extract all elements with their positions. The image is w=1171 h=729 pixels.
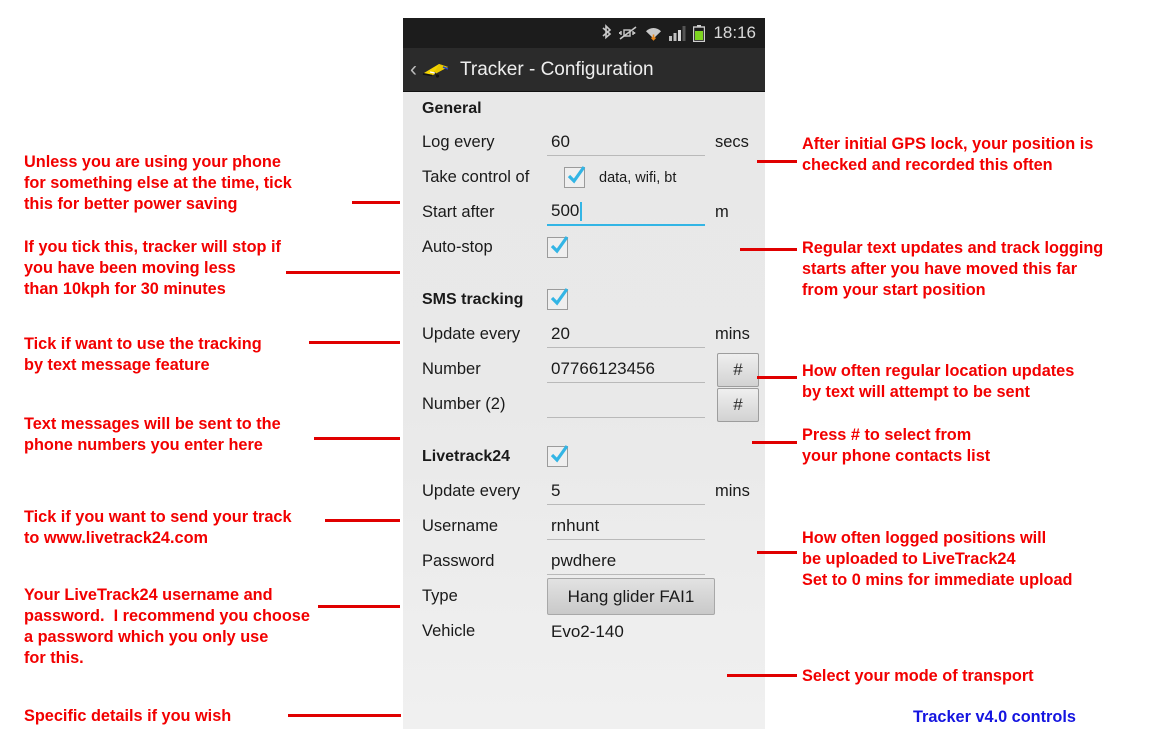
signal-bars-icon — [669, 25, 686, 41]
annotation-take-control: Unless you are using your phone for some… — [24, 153, 292, 213]
page-title: Tracker - Configuration — [460, 58, 654, 80]
row-vehicle: Vehicle Evo2-140 — [403, 614, 765, 649]
row-number: Number 07766123456 # — [403, 352, 765, 387]
battery-icon — [693, 24, 706, 42]
check-icon — [550, 236, 569, 254]
section-heading-livetrack24: Livetrack24 — [403, 439, 765, 474]
vibrate-muted-icon — [619, 25, 638, 41]
input-start-after[interactable]: 500 — [547, 200, 705, 226]
leader-line — [757, 160, 797, 163]
row-start-after: Start after 500 m — [403, 195, 765, 230]
label-sms-update-every: Update every — [422, 325, 521, 343]
unit-sms-update-every: mins — [715, 325, 750, 343]
leader-line — [309, 341, 400, 344]
input-vehicle[interactable]: Evo2-140 — [547, 622, 624, 642]
back-chevron-icon[interactable]: ‹ — [410, 59, 417, 80]
text-caret — [580, 201, 583, 221]
note-take-control-of: data, wifi, bt — [599, 169, 677, 186]
check-icon — [567, 166, 586, 184]
leader-line — [752, 441, 797, 444]
label-start-after: Start after — [422, 203, 495, 221]
section-label: Livetrack24 — [422, 447, 511, 465]
leader-line — [727, 674, 797, 677]
label-number-2: Number (2) — [422, 395, 506, 413]
annotation-sms-update: How often regular location updates by te… — [802, 362, 1075, 401]
leader-line — [757, 551, 797, 554]
label-log-every: Log every — [422, 133, 495, 151]
checkbox-take-control-of[interactable] — [564, 166, 586, 188]
leader-line — [757, 376, 797, 379]
leader-line — [286, 271, 400, 274]
annotation-hash-button: Press # to select from your phone contac… — [802, 426, 991, 465]
row-take-control-of: Take control of data, wifi, bt — [403, 160, 765, 195]
status-bar: 18:16 — [403, 18, 765, 48]
leader-line — [288, 714, 401, 717]
input-lt-update-every[interactable]: 5 — [547, 479, 705, 505]
unit-start-after: m — [715, 203, 729, 221]
label-number: Number — [422, 360, 481, 378]
contacts-picker-button[interactable]: # — [717, 352, 759, 387]
row-auto-stop: Auto-stop — [403, 230, 765, 265]
leader-line — [325, 519, 400, 522]
leader-line — [352, 201, 400, 204]
label-auto-stop: Auto-stop — [422, 238, 493, 256]
input-username[interactable]: rnhunt — [547, 514, 705, 540]
row-password: Password pwdhere — [403, 544, 765, 579]
annotation-credentials: Your LiveTrack24 username and password. … — [24, 586, 310, 667]
input-number[interactable]: 07766123456 — [547, 357, 705, 383]
row-username: Username rnhunt — [403, 509, 765, 544]
section-heading-sms-tracking: SMS tracking — [403, 282, 765, 317]
input-sms-update-every[interactable]: 20 — [547, 322, 705, 348]
footer-caption: Tracker v4.0 controls — [913, 708, 1076, 726]
contacts-picker-button-2[interactable]: # — [717, 387, 759, 422]
label-type: Type — [422, 587, 458, 605]
leader-line — [314, 437, 400, 440]
unit-lt-update-every: mins — [715, 482, 750, 500]
leader-line — [318, 605, 400, 608]
leader-line — [740, 248, 797, 251]
annotation-lt-update: How often logged positions will be uploa… — [802, 529, 1073, 589]
phone-screen: 18:16 ‹ Tracker - Configuration General … — [403, 18, 765, 729]
label-take-control-of: Take control of — [422, 168, 530, 186]
label-lt-update-every: Update every — [422, 482, 521, 500]
section-label: SMS tracking — [422, 290, 524, 308]
hang-glider-icon — [421, 60, 451, 80]
checkbox-livetrack24[interactable] — [547, 445, 569, 467]
checkbox-sms-tracking[interactable] — [547, 288, 569, 310]
row-sms-update-every: Update every 20 mins — [403, 317, 765, 352]
input-password[interactable]: pwdhere — [547, 549, 705, 575]
row-lt-update-every: Update every 5 mins — [403, 474, 765, 509]
configuration-form: General Log every 60 secs Take control o… — [403, 92, 765, 649]
annotation-log-every: After initial GPS lock, your position is… — [802, 135, 1094, 174]
row-number-2: Number (2) # — [403, 387, 765, 422]
wifi-download-icon — [645, 25, 662, 42]
status-bar-clock: 18:16 — [713, 23, 756, 42]
unit-log-every: secs — [715, 133, 749, 151]
input-log-every[interactable]: 60 — [547, 130, 705, 156]
row-type: Type Hang glider FAI1 — [403, 578, 765, 615]
annotation-sms-tracking: Tick if want to use the tracking by text… — [24, 335, 262, 374]
section-label: General — [422, 99, 482, 117]
annotation-type: Select your mode of transport — [802, 667, 1034, 685]
row-log-every: Log every 60 secs — [403, 125, 765, 160]
annotation-numbers: Text messages will be sent to the phone … — [24, 415, 281, 454]
input-start-after-value: 500 — [551, 200, 580, 220]
type-dropdown-button[interactable]: Hang glider FAI1 — [547, 578, 715, 615]
label-username: Username — [422, 517, 499, 535]
check-icon — [550, 288, 569, 306]
checkbox-auto-stop[interactable] — [547, 236, 569, 258]
annotation-livetrack24: Tick if you want to send your track to w… — [24, 508, 292, 547]
annotation-auto-stop: If you tick this, tracker will stop if y… — [24, 238, 281, 298]
label-vehicle: Vehicle — [422, 622, 476, 640]
input-number-2[interactable] — [547, 392, 705, 418]
check-icon — [550, 445, 569, 463]
label-password: Password — [422, 552, 495, 570]
title-bar: ‹ Tracker - Configuration — [403, 48, 765, 92]
bluetooth-icon — [601, 24, 612, 42]
annotation-start-after: Regular text updates and track logging s… — [802, 239, 1104, 299]
section-heading-general: General — [403, 92, 765, 125]
annotation-vehicle: Specific details if you wish — [24, 707, 232, 725]
